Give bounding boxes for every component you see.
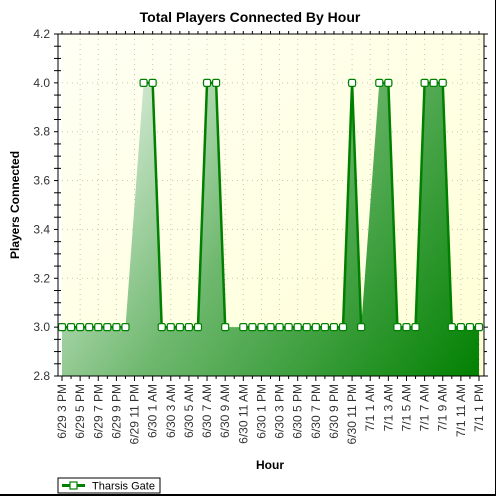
y-tick-label: 3.6 [33,174,50,188]
data-point [248,323,257,332]
data-point [347,78,357,87]
y-tick-label: 2.8 [33,369,50,383]
chart-title: Total Players Connected By Hour [140,9,361,25]
data-point [148,78,157,87]
data-point [411,323,420,332]
x-tick-label: 6/29 11 PM [128,384,142,444]
data-point [66,323,76,332]
data-point [57,323,67,332]
data-point [429,78,438,87]
x-tick-label: 7/1 1 AM [363,384,377,431]
data-point [94,323,103,332]
data-point [284,323,293,332]
data-point [202,78,212,87]
data-point [438,78,447,87]
data-point [157,323,166,332]
x-tick-label: 7/1 1 PM [472,384,486,432]
x-tick-label: 7/1 3 AM [381,384,395,431]
data-point [320,323,329,332]
data-point [474,323,484,332]
data-point [212,78,221,87]
data-point [357,323,366,332]
data-point [329,323,339,332]
y-tick-label: 4.0 [33,76,50,90]
data-point [139,78,148,87]
x-tick-label: 6/30 7 PM [309,384,323,439]
x-tick-label: 6/29 7 PM [91,384,105,439]
data-point [239,323,248,332]
legend: Tharsis Gate [57,477,161,494]
x-tick-label: 6/30 3 AM [164,384,178,438]
data-point [76,323,85,332]
data-point [302,323,311,332]
x-axis-title: Hour [256,458,284,472]
legend-marker-icon [69,481,78,490]
data-point [85,323,94,332]
data-point [384,78,393,87]
x-tick-label: 6/30 5 PM [291,384,305,439]
x-tick-label: 6/30 9 AM [218,384,232,438]
data-point [293,323,302,332]
x-tick-label: 6/29 3 PM [55,384,69,439]
x-tick-label: 6/30 11 AM [236,384,250,444]
x-tick-label: 6/29 5 PM [73,384,87,439]
data-point [420,78,429,87]
data-point [103,323,112,332]
data-point [112,323,121,332]
data-point [175,323,184,332]
legend-label: Tharsis Gate [92,481,155,493]
y-tick-label: 3.0 [33,320,50,334]
data-point [456,323,465,332]
x-tick-label: 6/30 7 AM [200,384,214,438]
y-tick-label: 4.2 [33,27,50,41]
data-point [338,323,348,332]
x-tick-label: 7/1 5 AM [399,384,413,431]
x-tick-label: 6/30 1 PM [254,384,268,439]
x-tick-label: 7/1 9 AM [436,384,450,431]
data-point [193,323,203,332]
y-axis-title: Players Connected [8,151,22,259]
data-point [275,323,284,332]
x-tick-label: 6/30 1 AM [146,384,160,438]
y-tick-label: 3.2 [33,271,50,285]
data-point [311,323,320,332]
data-point [402,323,411,332]
data-point [266,323,275,332]
data-point [465,323,475,332]
x-tick-label: 7/1 11 AM [454,384,468,437]
data-point [257,323,266,332]
data-point [184,323,194,332]
data-point [166,323,175,332]
chart: Total Players Connected By Hour 2.8 3.0 3.… [8,9,488,494]
data-point [447,323,456,332]
y-tick-label: 3.4 [33,222,50,236]
data-point [121,323,130,332]
x-tick-label: 6/30 5 AM [182,384,196,438]
x-tick-label: 7/1 7 AM [418,384,432,431]
x-tick-label: 6/30 11 PM [345,384,359,444]
data-point [221,323,230,332]
x-tick-label: 6/30 9 PM [327,384,341,439]
data-point [375,78,384,87]
y-tick-labels: 2.8 3.0 3.2 3.4 3.6 3.8 4.0 4.2 [33,27,50,383]
y-tick-label: 3.8 [33,125,50,139]
x-tick-label: 6/30 3 PM [273,384,287,439]
x-tick-labels: 6/29 3 PM 6/29 5 PM 6/29 7 PM 6/29 9 PM 6/29… [55,384,486,444]
x-tick-label: 6/29 9 PM [109,384,123,439]
data-point [393,323,402,332]
